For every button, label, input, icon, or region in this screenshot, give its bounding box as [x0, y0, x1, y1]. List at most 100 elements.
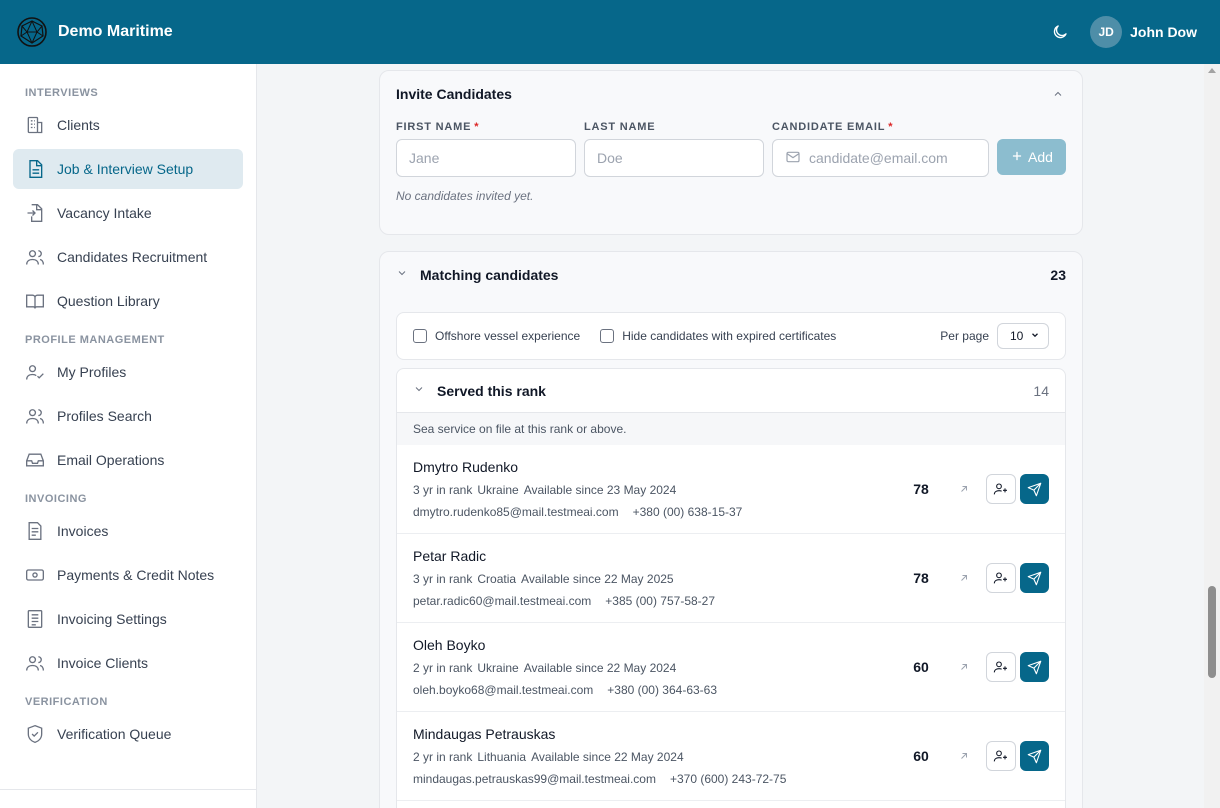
- hide-expired-checkbox[interactable]: [600, 329, 615, 343]
- sidebar-item-question-library[interactable]: Question Library: [13, 281, 243, 321]
- user-plus-icon: [993, 661, 1007, 673]
- chevron-down-icon: [1030, 329, 1040, 343]
- candidate-phone: +380 (00) 638-15-37: [632, 505, 743, 519]
- matching-card-header[interactable]: Matching candidates 23: [380, 252, 1082, 298]
- sidebar-item-label: Vacancy Intake: [57, 205, 152, 221]
- banknote-icon: [25, 565, 45, 585]
- top-bar: Demo Maritime JD John Dow: [0, 0, 1220, 64]
- send-icon: [1027, 571, 1042, 585]
- document-icon: [25, 159, 45, 179]
- sidebar-item-payments[interactable]: Payments & Credit Notes: [13, 555, 243, 595]
- book-open-icon: [25, 291, 45, 311]
- sidebar-item-label: Verification Queue: [57, 726, 172, 742]
- email-input[interactable]: candidate@email.com: [772, 139, 989, 177]
- list-icon: [25, 609, 45, 629]
- first-name-input[interactable]: [396, 139, 576, 177]
- sidebar-item-label: Candidates Recruitment: [57, 249, 208, 265]
- add-profile-button[interactable]: [986, 563, 1016, 593]
- candidate-row: Petar Radic 3 yr in rank Croatia Availab…: [397, 534, 1065, 623]
- users-icon: [25, 247, 45, 267]
- candidate-rank-years: 2 yr in rank: [413, 661, 473, 675]
- first-name-field: FIRST NAME *: [396, 117, 576, 177]
- candidate-name[interactable]: Mindaugas Petrauskas: [413, 726, 786, 742]
- candidate-name[interactable]: Dmytro Rudenko: [413, 459, 742, 475]
- candidate-row: Dmytro Rudenko 3 yr in rank Ukraine Avai…: [397, 445, 1065, 534]
- building-icon: [25, 115, 45, 135]
- invite-form: FIRST NAME* LAST NAME CANDIDATE EMAIL* c…: [380, 117, 1082, 177]
- user-plus-icon: [993, 572, 1007, 584]
- sidebar-item-candidates-recruitment[interactable]: Candidates Recruitment: [13, 237, 243, 277]
- add-candidate-button[interactable]: Add: [997, 139, 1066, 175]
- offshore-checkbox[interactable]: [413, 329, 427, 343]
- candidate-score: 60: [913, 659, 929, 675]
- arrow-up-right-icon[interactable]: [952, 655, 976, 679]
- sidebar-item-label: Invoicing Settings: [57, 611, 167, 627]
- user-check-icon: [25, 362, 45, 382]
- arrow-up-right-icon[interactable]: [952, 477, 976, 501]
- user-plus-icon: [993, 750, 1007, 762]
- sidebar-item-profiles-search[interactable]: Profiles Search: [13, 396, 243, 436]
- last-name-field: LAST NAME: [584, 117, 764, 177]
- avatar[interactable]: JD: [1090, 16, 1123, 48]
- chevron-up-icon[interactable]: [1050, 86, 1066, 102]
- chevron-down-icon[interactable]: [396, 266, 408, 284]
- user-name[interactable]: John Dow: [1130, 24, 1197, 40]
- sidebar-item-email-operations[interactable]: Email Operations: [13, 440, 243, 480]
- shield-check-icon: [25, 724, 45, 744]
- section-label-invoicing: INVOICING: [25, 493, 87, 505]
- candidate-email: dmytro.rudenko85@mail.testmeai.com: [413, 505, 619, 519]
- rank-section-header[interactable]: Served this rank 14: [397, 369, 1065, 413]
- candidate-score: 78: [913, 570, 929, 586]
- hide-expired-filter[interactable]: Hide candidates with expired certificate…: [600, 329, 836, 343]
- candidate-availability: Available since 22 May 2024: [523, 661, 677, 675]
- sidebar-item-verification-queue[interactable]: Verification Queue: [13, 714, 243, 754]
- sidebar-item-label: Invoice Clients: [57, 655, 149, 671]
- section-label-verification: VERIFICATION: [25, 696, 108, 708]
- matching-card-title: Matching candidates: [420, 267, 559, 283]
- candidate-email: mindaugas.petrauskas99@mail.testmeai.com: [413, 772, 656, 786]
- scrollbar-thumb[interactable]: [1208, 586, 1216, 678]
- arrow-up-right-icon[interactable]: [952, 566, 976, 590]
- send-icon: [1027, 482, 1042, 496]
- add-profile-button[interactable]: [986, 652, 1016, 682]
- plus-icon: [1010, 149, 1024, 166]
- invite-card-header[interactable]: Invite Candidates: [380, 71, 1082, 117]
- add-profile-button[interactable]: [986, 741, 1016, 771]
- inbox-icon: [25, 450, 45, 470]
- sidebar-item-invoices[interactable]: Invoices: [13, 511, 243, 551]
- candidate-score: 78: [913, 481, 929, 497]
- candidate-country: Croatia: [477, 572, 517, 586]
- send-icon: [1027, 660, 1042, 674]
- chevron-down-icon[interactable]: [413, 382, 425, 400]
- send-invite-button[interactable]: [1020, 474, 1049, 504]
- user-plus-icon: [993, 483, 1007, 495]
- matching-count: 23: [1050, 267, 1066, 283]
- add-profile-button[interactable]: [986, 474, 1016, 504]
- brand[interactable]: Demo Maritime: [16, 16, 173, 48]
- sidebar-item-invoicing-settings[interactable]: Invoicing Settings: [13, 599, 243, 639]
- sidebar-item-vacancy-intake[interactable]: Vacancy Intake: [13, 193, 243, 233]
- sidebar-item-invoice-clients[interactable]: Invoice Clients: [13, 643, 243, 683]
- page-scrollbar[interactable]: [1204, 64, 1220, 808]
- sidebar-divider: [0, 789, 256, 790]
- moon-icon[interactable]: [1050, 22, 1070, 42]
- candidate-country: Lithuania: [477, 750, 527, 764]
- offshore-filter[interactable]: Offshore vessel experience: [413, 329, 580, 343]
- sidebar-item-clients[interactable]: Clients: [13, 105, 243, 145]
- filter-bar: Offshore vessel experience Hide candidat…: [396, 312, 1066, 360]
- sidebar-item-my-profiles[interactable]: My Profiles: [13, 352, 243, 392]
- send-invite-button[interactable]: [1020, 652, 1049, 682]
- scroll-up-arrow-icon[interactable]: [1208, 68, 1216, 73]
- sidebar-item-job-setup[interactable]: Job & Interview Setup: [13, 149, 243, 189]
- send-invite-button[interactable]: [1020, 741, 1049, 771]
- send-invite-button[interactable]: [1020, 563, 1049, 593]
- section-label-profile-management: PROFILE MANAGEMENT: [25, 334, 165, 346]
- candidate-rank-years: 3 yr in rank: [413, 483, 473, 497]
- candidate-name[interactable]: Oleh Boyko: [413, 637, 717, 653]
- sidebar-item-label: Clients: [57, 117, 100, 133]
- last-name-input[interactable]: [584, 139, 764, 177]
- candidate-name[interactable]: Petar Radic: [413, 548, 715, 564]
- per-page-select[interactable]: 10: [997, 323, 1049, 349]
- arrow-up-right-icon[interactable]: [952, 744, 976, 768]
- candidate-country: Ukraine: [477, 483, 519, 497]
